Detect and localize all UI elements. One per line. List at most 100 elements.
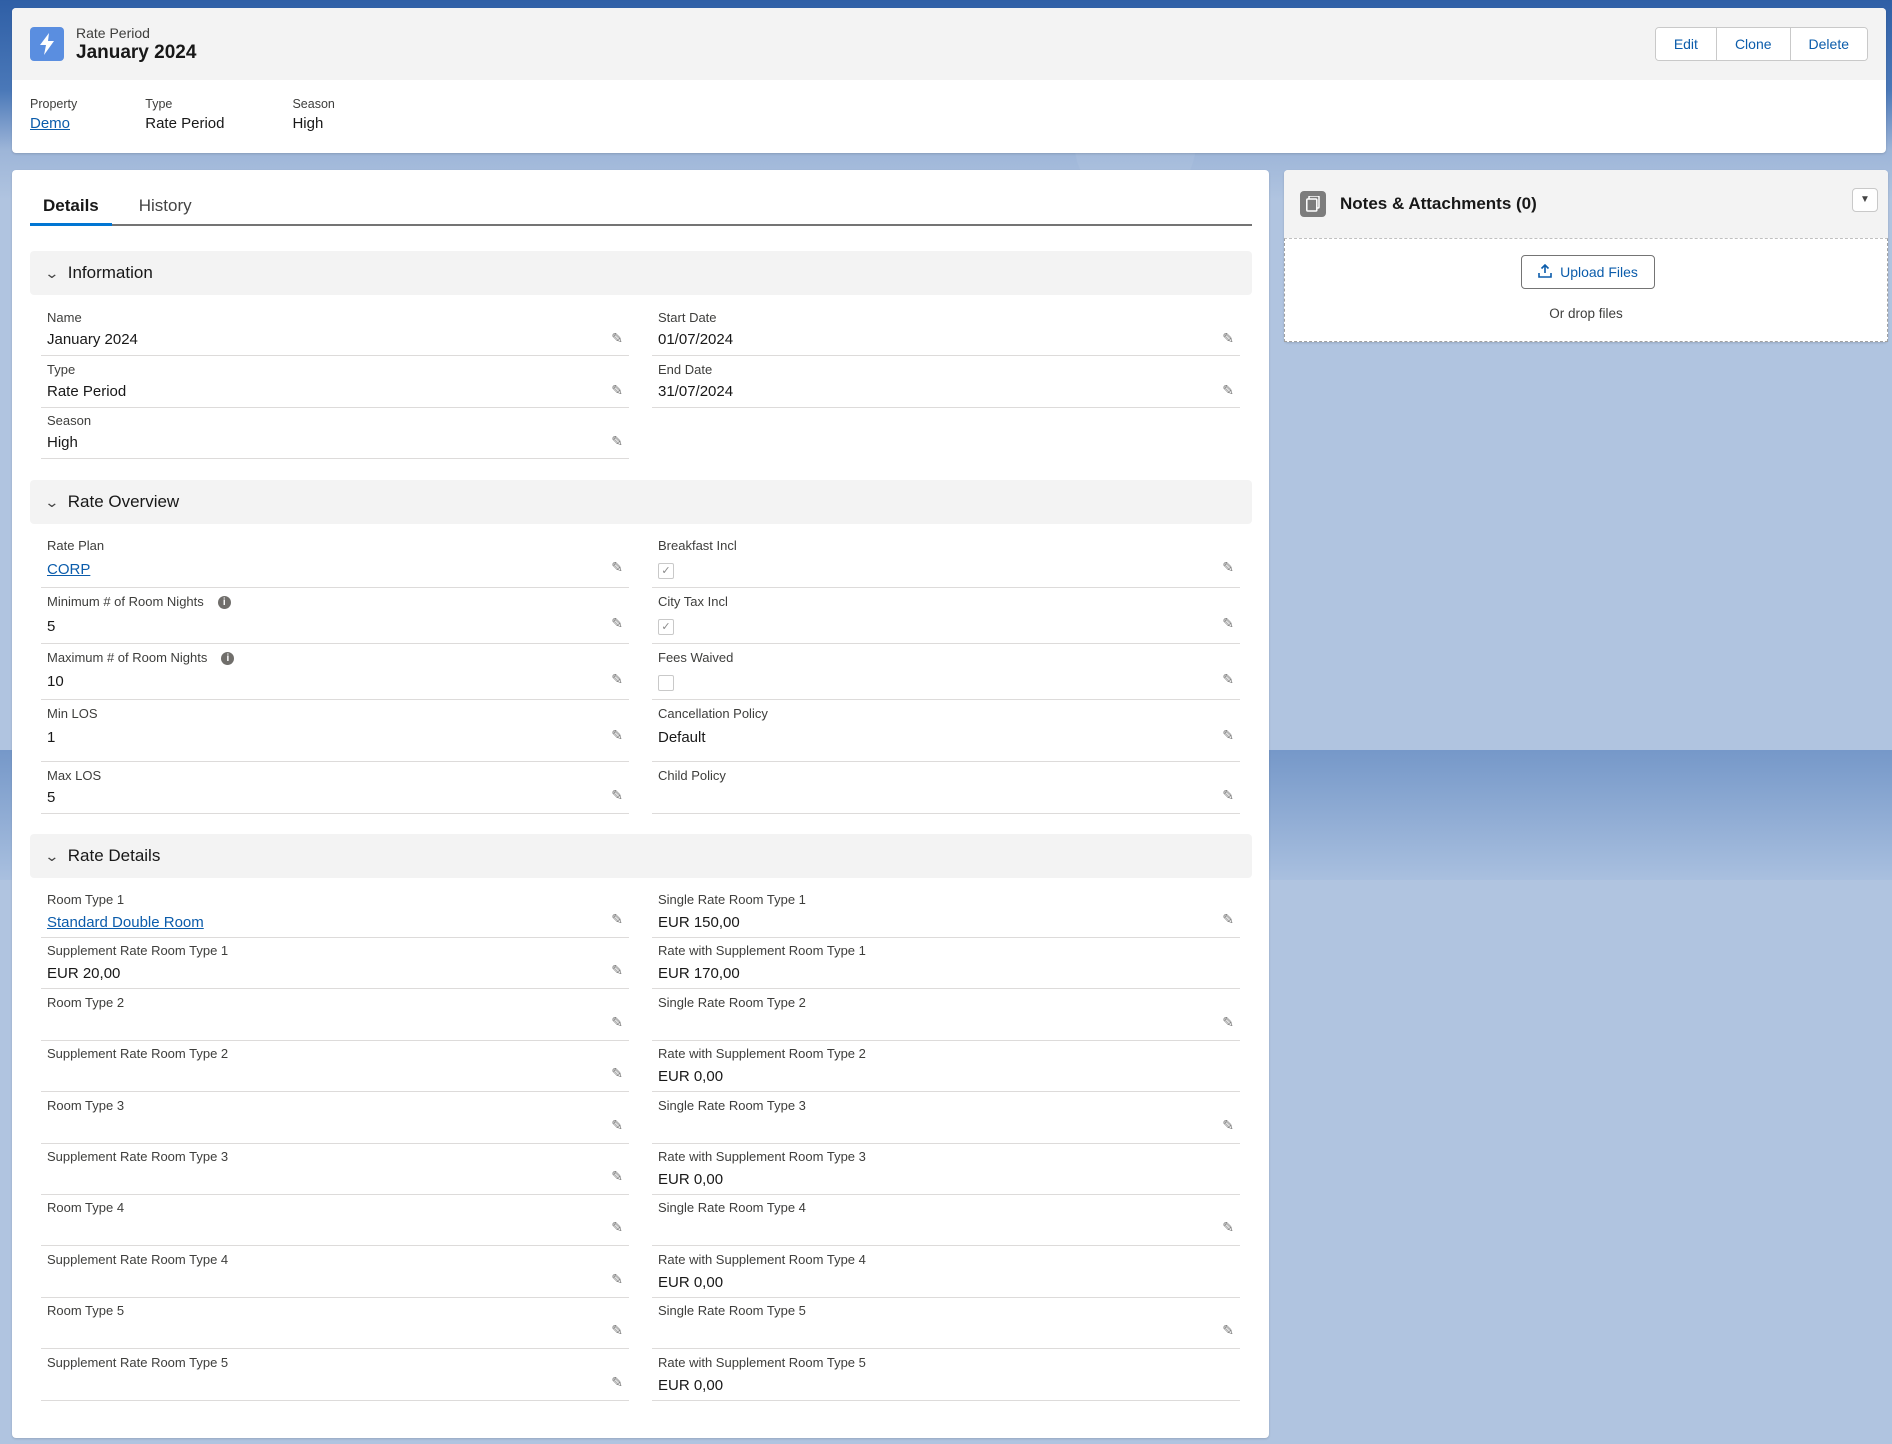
record-titles: Rate Period January 2024 [76, 25, 196, 64]
rate-detail-field: Room Type 4 ✎ [41, 1200, 629, 1247]
rate-detail-field: Supplement Rate Room Type 4 ✎ [41, 1252, 629, 1298]
pencil-icon[interactable]: ✎ [611, 1117, 623, 1134]
field-value: 10 [47, 673, 64, 690]
pencil-icon[interactable]: ✎ [1222, 1219, 1234, 1236]
pencil-icon[interactable]: ✎ [611, 433, 623, 450]
pencil-icon[interactable]: ✎ [1222, 1322, 1234, 1339]
pencil-icon[interactable]: ✎ [611, 1271, 623, 1288]
rate-detail-field: Room Type 2 ✎ [41, 995, 629, 1041]
pencil-icon[interactable]: ✎ [611, 559, 623, 576]
clone-button[interactable]: Clone [1716, 28, 1791, 60]
rate-detail-field: Single Rate Room Type 1 EUR 150,00 ✎ [652, 892, 1240, 938]
field-label: Supplement Rate Room Type 3 [47, 1149, 229, 1164]
rate-detail-field: Rate with Supplement Room Type 3 EUR 0,00 [652, 1149, 1240, 1195]
field-value: 5 [47, 618, 56, 635]
field-label: Rate with Supplement Room Type 5 [658, 1354, 866, 1370]
field-value: High [47, 434, 78, 451]
field-label: Room Type 2 [47, 994, 125, 1010]
pencil-icon[interactable]: ✎ [611, 1374, 623, 1391]
field-name: Name January 2024 ✎ [41, 310, 629, 356]
pencil-icon[interactable]: ✎ [611, 962, 623, 979]
room-type-link[interactable]: Standard Double Room [47, 914, 204, 931]
pencil-icon[interactable]: ✎ [1222, 559, 1234, 576]
pencil-icon[interactable]: ✎ [611, 727, 623, 744]
field-label: Child Policy [658, 768, 726, 783]
field-label: Single Rate Room Type 1 [658, 892, 806, 907]
field-label: Fees Waived [658, 650, 734, 665]
field-label: Supplement Rate Room Type 1 [47, 943, 229, 959]
pencil-icon[interactable]: ✎ [1222, 1117, 1234, 1134]
pencil-icon[interactable]: ✎ [611, 911, 623, 928]
pencil-icon[interactable]: ✎ [611, 1168, 623, 1185]
pencil-icon[interactable]: ✎ [1222, 671, 1234, 688]
file-dropzone[interactable]: Upload Files Or drop files [1284, 238, 1888, 342]
pencil-icon[interactable]: ✎ [611, 330, 623, 347]
field-cancellation-policy: Cancellation Policy Default ✎ [652, 706, 1240, 762]
info-icon[interactable]: i [217, 596, 231, 609]
pencil-icon[interactable]: ✎ [1222, 330, 1234, 347]
pencil-icon[interactable]: ✎ [1222, 615, 1234, 632]
upload-icon [1538, 263, 1552, 281]
field-value: EUR 0,00 [658, 1273, 724, 1291]
pencil-icon[interactable]: ✎ [1222, 1014, 1234, 1031]
object-label: Rate Period [76, 24, 150, 41]
rate-detail-field: Single Rate Room Type 5 ✎ [652, 1303, 1240, 1350]
property-link[interactable]: Demo [30, 115, 77, 132]
section-rate-overview[interactable]: ⌄ Rate Overview [30, 480, 1252, 524]
field-label: Single Rate Room Type 3 [658, 1097, 806, 1113]
upload-files-button[interactable]: Upload Files [1521, 255, 1655, 289]
field-value: 1 [47, 729, 56, 746]
field-child-policy: Child Policy ✎ [652, 768, 1240, 814]
chevron-down-icon: ⌄ [44, 264, 60, 281]
rate-detail-field: Room Type 3 ✎ [41, 1098, 629, 1144]
rate-detail-field: Rate with Supplement Room Type 2 EUR 0,00 [652, 1046, 1240, 1093]
field-label: Room Type 4 [47, 1200, 125, 1216]
rate-plan-link[interactable]: CORP [47, 561, 90, 578]
pencil-icon[interactable]: ✎ [611, 382, 623, 399]
pencil-icon[interactable]: ✎ [611, 787, 623, 804]
rate-detail-field: Single Rate Room Type 4 ✎ [652, 1200, 1240, 1247]
pencil-icon[interactable]: ✎ [611, 1219, 623, 1236]
field-breakfast-incl: Breakfast Incl ✓ ✎ [652, 538, 1240, 588]
field-label: Maximum # of Room Nights i [47, 650, 235, 665]
field-label: Max LOS [47, 768, 102, 783]
tab-history[interactable]: History [126, 184, 205, 224]
rate-detail-field: Rate with Supplement Room Type 4 EUR 0,00 [652, 1252, 1240, 1298]
field-city-tax-incl: City Tax Incl ✓ ✎ [652, 594, 1240, 644]
pencil-icon[interactable]: ✎ [1222, 787, 1234, 804]
section-rate-details[interactable]: ⌄ Rate Details [30, 834, 1252, 878]
field-label: Single Rate Room Type 4 [658, 1200, 806, 1216]
delete-button[interactable]: Delete [1790, 28, 1867, 60]
chevron-down-icon[interactable]: ▼ [1852, 188, 1878, 212]
pencil-icon[interactable]: ✎ [611, 671, 623, 688]
rate-detail-field: Rate with Supplement Room Type 5 EUR 0,00 [652, 1355, 1240, 1401]
edit-button[interactable]: Edit [1655, 28, 1717, 60]
field-min-los: Min LOS 1 ✎ [41, 706, 629, 762]
field-end-date: End Date 31/07/2024 ✎ [652, 362, 1240, 408]
info-icon[interactable]: i [221, 652, 235, 665]
highlight-property: Property Demo [30, 97, 77, 132]
pencil-icon[interactable]: ✎ [611, 1322, 623, 1339]
pencil-icon[interactable]: ✎ [611, 1065, 623, 1082]
field-value: Rate Period [47, 383, 127, 400]
pencil-icon[interactable]: ✎ [1222, 911, 1234, 928]
field-label: Minimum # of Room Nights i [47, 594, 231, 609]
field-value: EUR 150,00 [658, 914, 740, 931]
pencil-icon[interactable]: ✎ [611, 1014, 623, 1031]
field-value: Default [658, 729, 706, 746]
pencil-icon[interactable]: ✎ [611, 615, 623, 632]
tab-details[interactable]: Details [30, 184, 112, 226]
pencil-icon[interactable]: ✎ [1222, 727, 1234, 744]
field-label: Room Type 3 [47, 1097, 125, 1113]
field-min-room-nights: Minimum # of Room Nights i 5 ✎ [41, 594, 629, 644]
field-start-date: Start Date 01/07/2024 ✎ [652, 310, 1240, 356]
field-label: End Date [658, 362, 713, 377]
rate-detail-field: Single Rate Room Type 3 ✎ [652, 1098, 1240, 1144]
section-information[interactable]: ⌄ Information [30, 251, 1252, 295]
field-label: Name [47, 310, 82, 325]
notes-attachments-card: Notes & Attachments (0) ▼ Upload Files O… [1284, 170, 1888, 342]
pencil-icon[interactable]: ✎ [1222, 382, 1234, 399]
field-label: Type [47, 362, 76, 377]
highlight-value: High [292, 115, 324, 132]
rate-detail-field: Room Type 5 ✎ [41, 1303, 629, 1350]
